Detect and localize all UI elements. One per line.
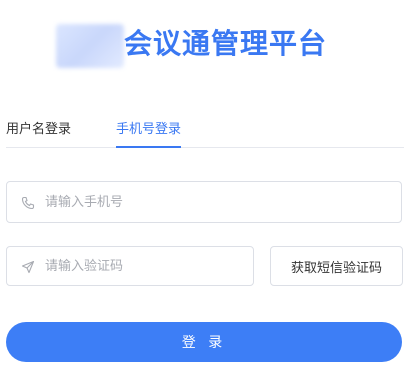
get-sms-code-button[interactable]: 获取短信验证码 xyxy=(270,246,403,286)
send-icon xyxy=(21,259,35,274)
phone-input[interactable] xyxy=(45,182,401,222)
login-tabs: 用户名登录 手机号登录 xyxy=(6,112,404,148)
code-input[interactable] xyxy=(45,247,253,285)
tab-phone-login[interactable]: 手机号登录 xyxy=(116,118,182,148)
page-title: 会议通管理平台 xyxy=(124,27,328,60)
code-field[interactable] xyxy=(6,246,254,286)
logo xyxy=(56,24,124,68)
phone-icon xyxy=(21,195,35,210)
header: 会议通管理平台 xyxy=(0,18,418,70)
tab-username-login[interactable]: 用户名登录 xyxy=(6,118,71,144)
phone-field[interactable] xyxy=(6,181,402,223)
login-button[interactable]: 登 录 xyxy=(6,322,402,362)
